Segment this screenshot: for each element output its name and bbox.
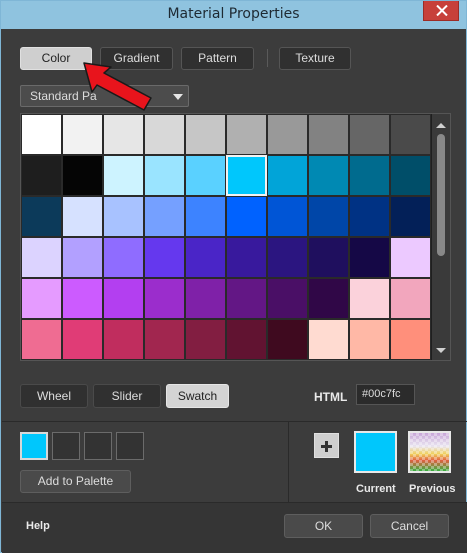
color-swatch[interactable] xyxy=(62,155,103,196)
color-swatch[interactable] xyxy=(185,319,226,360)
color-swatch[interactable] xyxy=(21,155,62,196)
color-swatch[interactable] xyxy=(390,196,431,237)
color-swatch[interactable] xyxy=(226,278,267,319)
color-swatch[interactable] xyxy=(103,319,144,360)
add-to-palette-button[interactable]: Add to Palette xyxy=(20,470,131,493)
color-swatch[interactable] xyxy=(349,114,390,155)
color-swatch[interactable] xyxy=(21,196,62,237)
color-swatch[interactable] xyxy=(62,196,103,237)
color-swatch[interactable] xyxy=(308,155,349,196)
color-swatch[interactable] xyxy=(144,196,185,237)
swatch-button[interactable]: Swatch xyxy=(166,384,229,408)
swatch-scrollbar[interactable] xyxy=(432,114,450,360)
color-swatch-selected[interactable] xyxy=(226,155,267,196)
palette-slot[interactable] xyxy=(52,432,80,460)
color-swatch[interactable] xyxy=(267,237,308,278)
color-swatch[interactable] xyxy=(349,155,390,196)
color-swatch[interactable] xyxy=(103,237,144,278)
color-swatch[interactable] xyxy=(308,319,349,360)
color-swatch[interactable] xyxy=(144,114,185,155)
color-swatch[interactable] xyxy=(390,278,431,319)
color-swatch[interactable] xyxy=(185,196,226,237)
color-swatch[interactable] xyxy=(21,237,62,278)
color-swatch[interactable] xyxy=(390,319,431,360)
title-bar[interactable]: Material Properties xyxy=(1,1,466,29)
scroll-up-icon[interactable] xyxy=(436,123,446,128)
scroll-down-icon[interactable] xyxy=(436,348,446,353)
palette-slot[interactable] xyxy=(84,432,112,460)
color-swatch[interactable] xyxy=(267,278,308,319)
help-link[interactable]: Help xyxy=(26,520,50,532)
section-divider-vertical xyxy=(288,422,289,502)
current-label: Current xyxy=(356,483,396,495)
color-swatch[interactable] xyxy=(21,114,62,155)
html-color-input[interactable]: #00c7fc xyxy=(356,384,415,405)
current-color-swatch xyxy=(354,431,397,473)
color-swatch[interactable] xyxy=(185,155,226,196)
html-label: HTML xyxy=(314,390,348,404)
color-swatch[interactable] xyxy=(267,196,308,237)
color-swatch[interactable] xyxy=(62,278,103,319)
color-swatch[interactable] xyxy=(62,114,103,155)
cancel-button[interactable]: Cancel xyxy=(370,514,449,538)
slider-button[interactable]: Slider xyxy=(93,384,161,408)
color-swatch[interactable] xyxy=(62,237,103,278)
color-swatch[interactable] xyxy=(349,237,390,278)
tab-texture[interactable]: Texture xyxy=(279,47,351,70)
color-swatch[interactable] xyxy=(21,319,62,360)
color-swatch[interactable] xyxy=(308,278,349,319)
color-swatch[interactable] xyxy=(103,278,144,319)
annotation-arrow-icon xyxy=(83,62,152,111)
chevron-down-icon xyxy=(173,94,183,100)
color-swatch[interactable] xyxy=(226,237,267,278)
material-properties-dialog: Material Properties Color Gradient Patte… xyxy=(0,0,467,553)
color-swatch[interactable] xyxy=(144,155,185,196)
color-swatch[interactable] xyxy=(185,237,226,278)
color-swatch[interactable] xyxy=(144,319,185,360)
color-swatch[interactable] xyxy=(226,319,267,360)
ok-button[interactable]: OK xyxy=(284,514,363,538)
color-swatch[interactable] xyxy=(144,278,185,319)
color-swatch[interactable] xyxy=(144,237,185,278)
tab-pattern[interactable]: Pattern xyxy=(181,47,254,70)
tab-separator xyxy=(267,49,268,67)
color-swatch[interactable] xyxy=(308,196,349,237)
close-icon xyxy=(436,5,448,16)
color-swatch[interactable] xyxy=(103,114,144,155)
previous-label: Previous xyxy=(409,483,456,495)
palette-slot[interactable] xyxy=(116,432,144,460)
palette-slot[interactable] xyxy=(20,432,48,460)
add-color-button[interactable] xyxy=(314,433,339,458)
swatch-grid xyxy=(21,114,431,360)
color-swatch[interactable] xyxy=(226,114,267,155)
color-swatch[interactable] xyxy=(349,278,390,319)
scroll-thumb[interactable] xyxy=(437,134,445,256)
color-swatch[interactable] xyxy=(103,196,144,237)
window-title: Material Properties xyxy=(167,6,300,22)
color-swatch[interactable] xyxy=(390,114,431,155)
color-swatch[interactable] xyxy=(267,319,308,360)
color-swatch[interactable] xyxy=(21,278,62,319)
wheel-button[interactable]: Wheel xyxy=(20,384,88,408)
color-swatch[interactable] xyxy=(308,237,349,278)
color-swatch[interactable] xyxy=(103,155,144,196)
color-swatch[interactable] xyxy=(390,155,431,196)
previous-color-swatch[interactable] xyxy=(408,431,451,473)
color-swatch[interactable] xyxy=(62,319,103,360)
color-swatch[interactable] xyxy=(226,196,267,237)
color-swatch[interactable] xyxy=(390,237,431,278)
color-swatch[interactable] xyxy=(185,278,226,319)
color-swatch[interactable] xyxy=(185,114,226,155)
color-swatch[interactable] xyxy=(308,114,349,155)
close-button[interactable] xyxy=(423,1,459,21)
color-swatch[interactable] xyxy=(349,196,390,237)
section-divider xyxy=(2,421,467,422)
color-swatch[interactable] xyxy=(267,114,308,155)
previous-texture-icon xyxy=(410,433,449,471)
color-swatch[interactable] xyxy=(349,319,390,360)
color-swatch[interactable] xyxy=(267,155,308,196)
